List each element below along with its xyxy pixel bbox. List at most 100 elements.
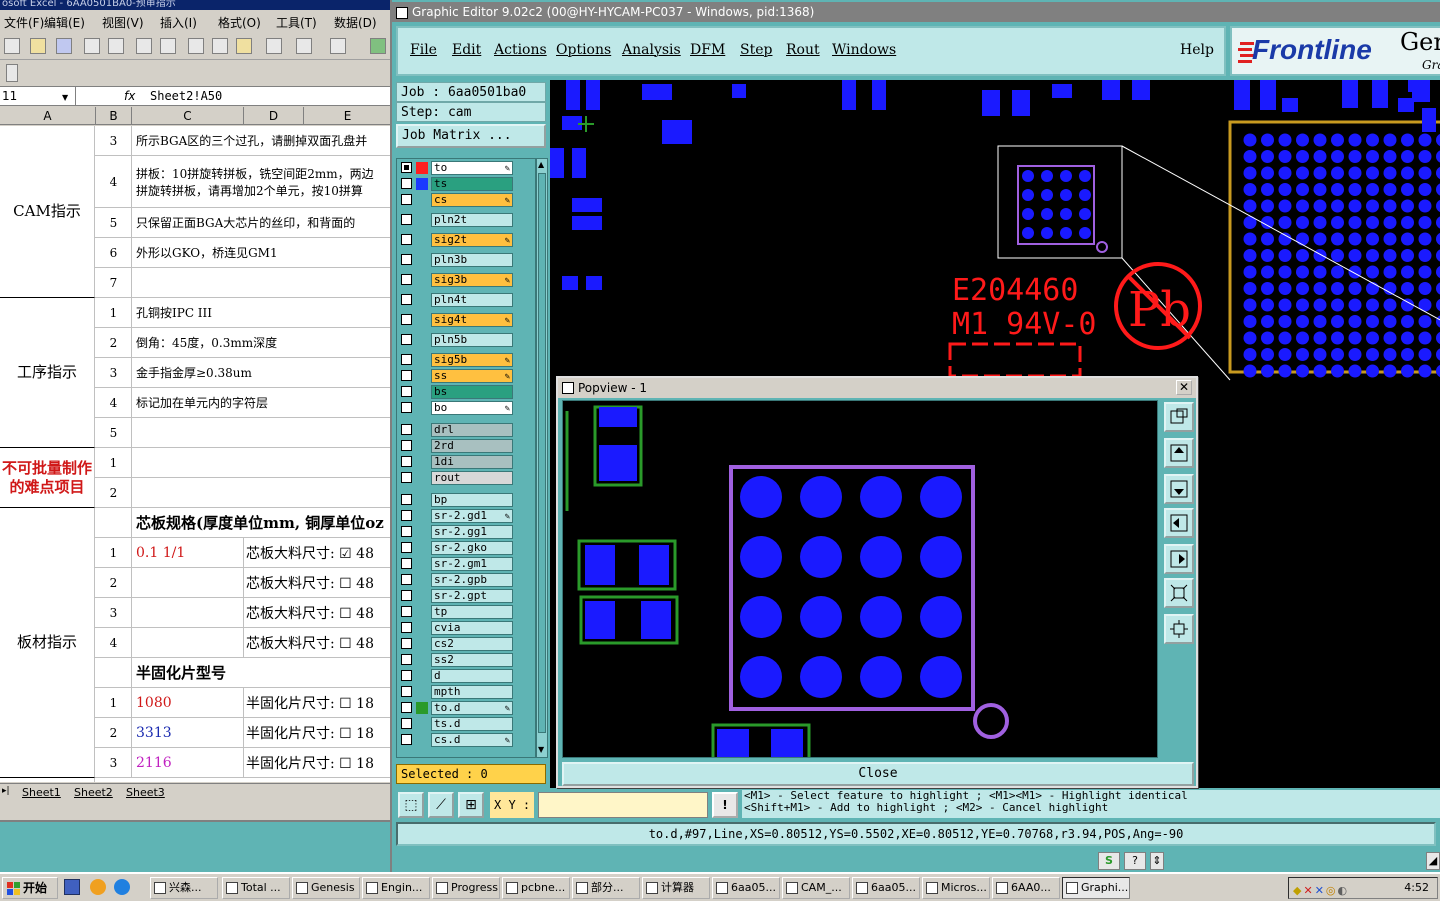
cell-c[interactable]: 3313 [132, 718, 244, 747]
layer-checkbox[interactable] [401, 638, 412, 649]
layer-name[interactable]: ss ✎ [431, 369, 513, 383]
layer-name[interactable]: cvia [431, 621, 513, 635]
menu-dfm[interactable]: DFM [690, 42, 725, 58]
layer-name[interactable]: ts.d [431, 717, 513, 731]
preview-icon[interactable] [108, 38, 124, 54]
scroll-up-icon[interactable]: ▲ [538, 160, 546, 170]
layer-color-swatch[interactable] [416, 424, 428, 436]
layer-color-swatch[interactable] [416, 606, 428, 618]
layer-color-swatch[interactable] [416, 622, 428, 634]
sheet-tab-2[interactable]: Sheet2 [74, 786, 113, 799]
layer-name[interactable]: sig2t ✎ [431, 233, 513, 247]
layer-row[interactable]: sig4t ✎ [399, 313, 535, 327]
layer-color-swatch[interactable] [416, 402, 428, 414]
layer-color-swatch[interactable] [416, 386, 428, 398]
layer-checkbox[interactable] [401, 354, 412, 365]
layer-row[interactable]: cs ✎ [399, 193, 535, 207]
layer-checkbox[interactable] [401, 334, 412, 345]
layer-checkbox[interactable] [401, 424, 412, 435]
layer-color-swatch[interactable] [416, 214, 428, 226]
layer-row[interactable]: sig2t ✎ [399, 233, 535, 247]
taskbar-item[interactable]: Graphi... [1062, 877, 1130, 899]
layer-row[interactable]: bp [399, 493, 535, 507]
layer-color-swatch[interactable] [416, 590, 428, 602]
row-index-cell[interactable]: 1 [96, 688, 132, 717]
spreadsheet-grid[interactable]: 3 所示BGA区的三个过孔，请删掉双面孔盘并 4 拼板：10拼旋转拼板，铣空间距2mm… [0, 126, 392, 782]
layer-name[interactable]: ss2 [431, 653, 513, 667]
cell-d[interactable]: 芯板大料尺寸: ☑ 48 [244, 538, 392, 567]
layer-row[interactable]: ss2 [399, 653, 535, 667]
cell-c[interactable]: 0.1 1/1 [132, 538, 244, 567]
print-icon[interactable] [84, 38, 100, 54]
layer-color-swatch[interactable] [416, 334, 428, 346]
popview-zoom-fit-icon[interactable] [1164, 402, 1194, 432]
layer-color-swatch[interactable] [416, 162, 428, 174]
layer-color-swatch[interactable] [416, 274, 428, 286]
layer-row[interactable]: sr-2.gg1 [399, 525, 535, 539]
layer-name[interactable]: sig3b ✎ [431, 273, 513, 287]
layer-name[interactable]: rout [431, 471, 513, 485]
layer-checkbox[interactable] [401, 542, 412, 553]
layer-checkbox[interactable] [401, 274, 412, 285]
spell-icon[interactable] [136, 38, 152, 54]
row-index-cell[interactable]: 2 [96, 568, 132, 597]
excel-menu-tools[interactable]: 工具(T) [276, 14, 317, 31]
layer-checkbox[interactable] [401, 440, 412, 451]
layer-checkbox[interactable] [401, 574, 412, 585]
cell-d[interactable]: 芯板大料尺寸: ☐ 48 [244, 628, 392, 657]
layer-checkbox[interactable] [401, 402, 412, 413]
cell-d[interactable]: 半固化片尺寸: ☐ 18 [244, 748, 392, 777]
menu-edit[interactable]: Edit [452, 42, 481, 58]
paste-icon[interactable] [236, 38, 252, 54]
layer-name[interactable]: cs ✎ [431, 193, 513, 207]
cell-c[interactable]: 标记加在单元内的字符层 [132, 388, 392, 417]
group-label-cell[interactable]: 重传文件 [0, 778, 95, 782]
cell-c[interactable]: 外形以GKO，桥连见GM1 [132, 238, 392, 267]
layer-name[interactable]: d [431, 669, 513, 683]
cell-c[interactable]: 所示BGA区的三个过孔，请删掉双面孔盘并 [132, 126, 392, 155]
layer-checkbox[interactable] [401, 702, 412, 713]
popview-pan-down-icon[interactable] [1164, 474, 1194, 504]
taskbar-item[interactable]: 兴森... [150, 877, 218, 899]
scroll-down-icon[interactable]: ▼ [538, 745, 546, 755]
cell-d[interactable]: 半固化片尺寸: ☐ 18 [244, 718, 392, 747]
group-label-cell[interactable]: CAM指示 [0, 126, 95, 298]
taskbar-item[interactable]: 6aa05... [712, 877, 780, 899]
layer-color-swatch[interactable] [416, 558, 428, 570]
layer-color-swatch[interactable] [416, 440, 428, 452]
layer-color-swatch[interactable] [416, 542, 428, 554]
layer-checkbox[interactable] [401, 234, 412, 245]
layer-name[interactable]: sig5b ✎ [431, 353, 513, 367]
layer-name[interactable]: bo ✎ [431, 401, 513, 415]
layer-checkbox[interactable] [401, 456, 412, 467]
popview-pan-right-icon[interactable] [1164, 544, 1194, 574]
layer-color-swatch[interactable] [416, 638, 428, 650]
sheet-nav-icon[interactable]: ▸| [2, 786, 10, 796]
layer-name[interactable]: bs [431, 385, 513, 399]
layer-color-swatch[interactable] [416, 702, 428, 714]
taskbar-item[interactable]: Micros... [922, 877, 990, 899]
taskbar-item[interactable]: 部分... [572, 877, 640, 899]
layer-name[interactable]: bp [431, 493, 513, 507]
cell-c[interactable]: 拼板：10拼旋转拼板，铣空间距2mm，两边 拼旋转拼板，请再增加2个单元，按10拼… [132, 156, 392, 207]
col-header-d[interactable]: D [244, 107, 304, 125]
row-index-cell[interactable]: 2 [96, 478, 132, 507]
layer-row[interactable]: sr-2.gko [399, 541, 535, 555]
layer-row[interactable]: ss ✎ [399, 369, 535, 383]
layer-checkbox[interactable] [401, 526, 412, 537]
layer-checkbox[interactable] [401, 214, 412, 225]
cell-c[interactable]: 孔铜按IPC III [132, 298, 392, 327]
layer-row[interactable]: d [399, 669, 535, 683]
layer-row[interactable]: pln2t [399, 213, 535, 227]
cell-c[interactable]: 金手指金厚≥0.38um [132, 358, 392, 387]
menu-file[interactable]: File [410, 42, 437, 58]
layer-checkbox[interactable] [401, 494, 412, 505]
row-index-cell[interactable]: 1 [96, 298, 132, 327]
layer-name[interactable]: to ✎ [431, 161, 513, 175]
browser-icon[interactable] [114, 879, 130, 895]
taskbar-item[interactable]: Total ... [222, 877, 290, 899]
layer-name[interactable]: to.d ✎ [431, 701, 513, 715]
grid-icon[interactable]: ⊞ [458, 792, 484, 818]
layer-color-swatch[interactable] [416, 294, 428, 306]
taskbar-item[interactable]: Genesis [292, 877, 360, 899]
